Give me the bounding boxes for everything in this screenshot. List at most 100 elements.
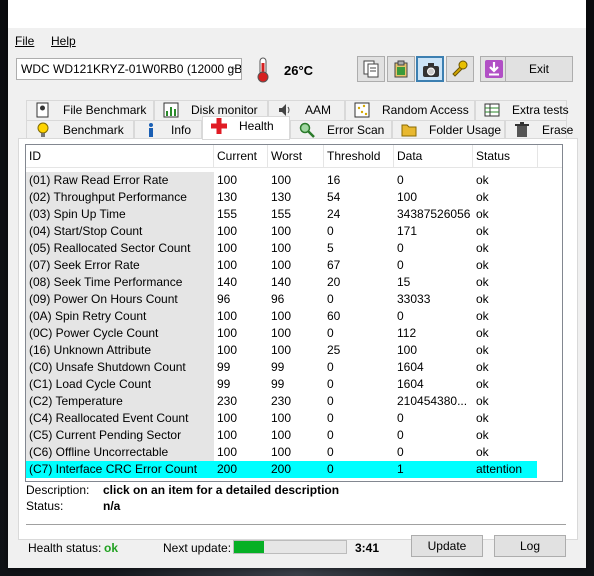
table-row[interactable]: (0C) Power Cycle Count 100 100 0 112 ok <box>26 325 537 342</box>
copy-text-button[interactable] <box>387 56 415 82</box>
col-current-header[interactable]: Current <box>214 145 268 167</box>
tab-label: Health <box>239 119 274 133</box>
tab-label: Info <box>171 123 192 137</box>
table-row[interactable]: (01) Raw Read Error Rate 100 100 16 0 ok <box>26 172 537 189</box>
col-status-header[interactable]: Status <box>473 145 538 167</box>
cell-worst: 155 <box>271 207 292 221</box>
cell-worst: 100 <box>271 224 292 238</box>
cell-threshold: 54 <box>327 190 341 204</box>
chart-icon <box>163 102 179 118</box>
cell-status: ok <box>476 428 489 442</box>
table-row[interactable]: (C2) Temperature 230 230 0 210454380... ok <box>26 393 537 410</box>
table-row[interactable]: (03) Spin Up Time 155 155 24 34387526056 ok <box>26 206 537 223</box>
table-row[interactable]: (C7) Interface CRC Error Count 200 200 0 1 at… <box>26 461 537 478</box>
tab-error-scan[interactable]: Error Scan <box>290 120 392 140</box>
cell-threshold: 0 <box>327 462 334 476</box>
cell-worst: 100 <box>271 445 292 459</box>
cell-current: 100 <box>217 326 238 340</box>
table-row[interactable]: (C5) Current Pending Sector 100 100 0 0 ok <box>26 427 537 444</box>
update-progress-bar <box>233 540 347 554</box>
table-row[interactable]: (07) Seek Error Rate 100 100 67 0 ok <box>26 257 537 274</box>
table-row[interactable]: (C1) Load Cycle Count 99 99 0 1604 ok <box>26 376 537 393</box>
cell-current: 96 <box>217 292 231 306</box>
cell-current: 140 <box>217 275 238 289</box>
menu-file[interactable]: File <box>15 34 34 48</box>
cell-data: 210454380... <box>397 394 468 408</box>
table-row[interactable]: (02) Throughput Performance 130 130 54 100 ok <box>26 189 537 206</box>
cell-id: (02) Throughput Performance <box>26 189 214 206</box>
table-row[interactable]: (08) Seek Time Performance 140 140 20 15 ok <box>26 274 537 291</box>
col-id-header[interactable]: ID <box>26 145 214 167</box>
table-row[interactable]: (C0) Unsafe Shutdown Count 99 99 0 1604 ok <box>26 359 537 376</box>
drive-select-value: WDC WD121KRYZ-01W0RB0 (12000 gB <box>21 62 242 76</box>
cell-id: (C6) Offline Uncorrectable <box>26 444 214 461</box>
download-button[interactable] <box>480 56 508 82</box>
tab-health[interactable]: Health <box>202 116 290 140</box>
screenshot-button[interactable] <box>416 56 444 82</box>
cell-worst: 100 <box>271 411 292 425</box>
table-row[interactable]: (0A) Spin Retry Count 100 100 60 0 ok <box>26 308 537 325</box>
cell-worst: 96 <box>271 292 285 306</box>
smart-table[interactable]: ID Current Worst Threshold Data Status (… <box>25 144 563 482</box>
cell-data: 171 <box>397 224 418 238</box>
update-countdown: 3:41 <box>355 541 380 555</box>
table-row[interactable]: (C6) Offline Uncorrectable 100 100 0 0 ok <box>26 444 537 461</box>
cell-status: ok <box>476 326 489 340</box>
tab-extra-tests[interactable]: Extra tests <box>475 100 569 120</box>
cell-current: 100 <box>217 224 238 238</box>
cell-id: (C2) Temperature <box>26 393 214 410</box>
cell-worst: 100 <box>271 258 292 272</box>
health-status-value: ok <box>104 541 119 555</box>
cell-current: 100 <box>217 343 238 357</box>
cell-data: 112 <box>397 326 417 340</box>
cell-worst: 99 <box>271 360 285 374</box>
folder-icon <box>401 124 417 137</box>
tab-random-access[interactable]: Random Access <box>345 100 475 120</box>
cell-id: (07) Seek Error Rate <box>26 257 214 274</box>
cell-id: (05) Reallocated Sector Count <box>26 240 214 257</box>
table-row[interactable]: (04) Start/Stop Count 100 100 0 171 ok <box>26 223 537 240</box>
tab-label: Error Scan <box>327 123 385 137</box>
menu-help[interactable]: Help <box>51 34 76 48</box>
cell-worst: 100 <box>271 309 292 323</box>
tab-info[interactable]: Info <box>134 120 202 140</box>
download-icon <box>485 60 503 78</box>
clipboard-icon <box>394 60 408 78</box>
cell-id: (03) Spin Up Time <box>26 206 214 223</box>
tab-benchmark[interactable]: Benchmark <box>26 120 134 140</box>
status-label: Status: <box>26 499 64 513</box>
cell-status: ok <box>476 275 489 289</box>
cell-status: ok <box>476 411 489 425</box>
col-worst-header[interactable]: Worst <box>268 145 324 167</box>
cell-threshold: 5 <box>327 241 334 255</box>
cell-status: ok <box>476 190 489 204</box>
table-row[interactable]: (16) Unknown Attribute 100 100 25 100 ok <box>26 342 537 359</box>
cell-threshold: 0 <box>327 411 334 425</box>
cell-data: 0 <box>397 173 404 187</box>
col-threshold-header[interactable]: Threshold <box>324 145 394 167</box>
tab-label: Random Access <box>382 103 469 117</box>
table-row[interactable]: (05) Reallocated Sector Count 100 100 5 0 ok <box>26 240 537 257</box>
tab-file-benchmark[interactable]: File Benchmark <box>26 100 154 120</box>
copy-button[interactable] <box>357 56 385 82</box>
tab-folder-usage[interactable]: Folder Usage <box>392 120 505 140</box>
cell-data: 1604 <box>397 360 424 374</box>
update-button[interactable]: Update <box>411 535 483 557</box>
cell-data: 0 <box>397 309 404 323</box>
tab-erase[interactable]: Erase <box>505 120 573 140</box>
options-button[interactable] <box>446 56 474 82</box>
exit-button[interactable]: Exit <box>505 56 573 82</box>
cell-data: 34387526056 <box>397 207 471 221</box>
table-row[interactable]: (09) Power On Hours Count 96 96 0 33033 ok <box>26 291 537 308</box>
table-row[interactable]: (C4) Reallocated Event Count 100 100 0 0 ok <box>26 410 537 427</box>
cell-id: (08) Seek Time Performance <box>26 274 214 291</box>
table-icon <box>484 103 500 117</box>
cell-status: ok <box>476 360 489 374</box>
cell-threshold: 0 <box>327 377 334 391</box>
col-data-header[interactable]: Data <box>394 145 473 167</box>
update-progress-fill <box>234 541 265 553</box>
cell-data: 0 <box>397 258 404 272</box>
drive-select[interactable]: WDC WD121KRYZ-01W0RB0 (12000 gB ⌵ <box>16 58 242 80</box>
tools-icon <box>452 60 468 77</box>
log-button[interactable]: Log <box>494 535 566 557</box>
